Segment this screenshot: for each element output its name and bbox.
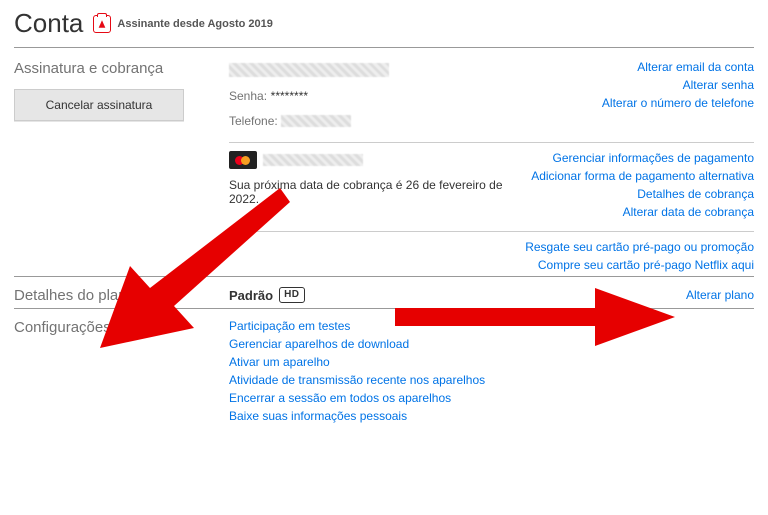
redacted-email: [229, 63, 389, 77]
password-label: Senha:: [229, 89, 267, 103]
redacted-card-number: [263, 154, 363, 166]
redacted-phone: [281, 115, 351, 127]
settings-section-label: Configurações: [14, 319, 229, 423]
cancel-subscription-button[interactable]: Cancelar assinatura: [14, 89, 184, 121]
recent-activity-link[interactable]: Atividade de transmissão recente nos apa…: [229, 373, 754, 387]
page-title: Conta: [14, 8, 83, 39]
password-value: ********: [271, 89, 308, 103]
add-payment-link[interactable]: Adicionar forma de pagamento alternativa: [531, 169, 754, 183]
plan-section-label: Detalhes do plano: [14, 287, 229, 304]
hd-badge: HD: [279, 287, 304, 303]
settings-section: Configurações Participação em testes Ger…: [14, 308, 754, 427]
member-since-icon: [93, 15, 111, 33]
manage-download-devices-link[interactable]: Gerenciar aparelhos de download: [229, 337, 754, 351]
buy-card-link[interactable]: Compre seu cartão pré-pago Netflix aqui: [538, 258, 754, 272]
change-plan-link[interactable]: Alterar plano: [686, 288, 754, 302]
member-since-text: Assinante desde Agosto 2019: [117, 18, 272, 30]
header-divider: [14, 47, 754, 48]
change-phone-link[interactable]: Alterar o número de telefone: [602, 96, 754, 110]
subscription-title-text: Assinatura e cobrança: [14, 60, 229, 77]
subscription-section: Assinatura e cobrança Cancelar assinatur…: [14, 50, 754, 276]
change-billing-date-link[interactable]: Alterar data de cobrança: [623, 205, 754, 219]
sign-out-all-link[interactable]: Encerrar a sessão em todos os aparelhos: [229, 391, 754, 405]
test-participation-link[interactable]: Participação em testes: [229, 319, 754, 333]
next-billing-text: Sua próxima data de cobrança é 26 de fev…: [229, 178, 511, 206]
mastercard-icon: [229, 151, 257, 169]
activate-device-link[interactable]: Ativar um aparelho: [229, 355, 754, 369]
plan-name-text: Padrão: [229, 288, 273, 303]
download-info-link[interactable]: Baixe suas informações pessoais: [229, 409, 754, 423]
plan-section: Detalhes do plano Padrão HD Alterar plan…: [14, 276, 754, 308]
change-email-link[interactable]: Alterar email da conta: [637, 60, 754, 74]
plan-name-row: Padrão HD: [229, 287, 305, 303]
payment-card-row: [229, 151, 511, 169]
change-password-link[interactable]: Alterar senha: [683, 78, 754, 92]
manage-payment-link[interactable]: Gerenciar informações de pagamento: [553, 151, 754, 165]
billing-details-link[interactable]: Detalhes de cobrança: [637, 187, 754, 201]
member-since-badge: Assinante desde Agosto 2019: [93, 15, 272, 33]
subscription-section-label: Assinatura e cobrança Cancelar assinatur…: [14, 60, 229, 272]
page-header: Conta Assinante desde Agosto 2019: [14, 8, 754, 39]
redeem-card-link[interactable]: Resgate seu cartão pré-pago ou promoção: [525, 240, 754, 254]
phone-label: Telefone:: [229, 114, 278, 128]
